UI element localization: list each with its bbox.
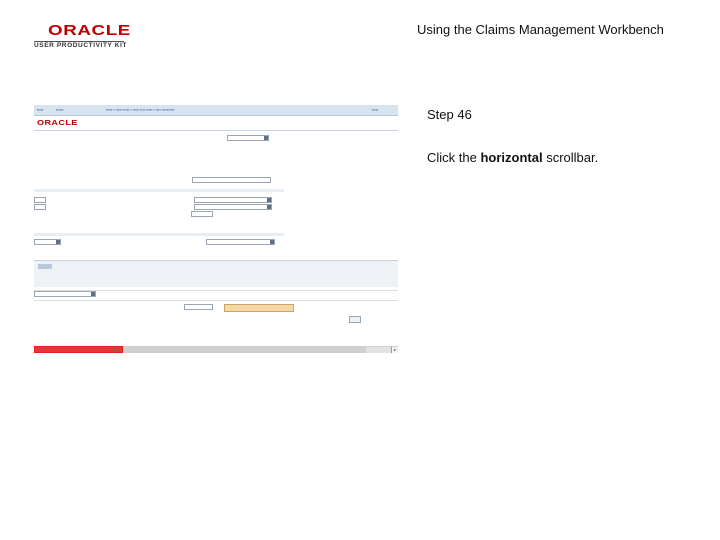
- instruction-emphasis: horizontal: [480, 150, 543, 165]
- mini-dropdown: [194, 204, 272, 210]
- step-number: Step 46: [427, 107, 472, 122]
- mini-dropdown: [206, 239, 275, 245]
- mini-orange-button: [224, 304, 294, 312]
- mini-band: [34, 189, 284, 192]
- logo-brand: ORACLE: [48, 22, 131, 39]
- step-instruction: Click the horizontal scrollbar.: [427, 150, 598, 165]
- mini-field: [34, 197, 46, 203]
- instruction-prefix: Click the: [427, 150, 481, 165]
- mini-field: [184, 304, 213, 310]
- document-title: Using the Claims Management Workbench: [417, 22, 664, 37]
- mini-band: [34, 233, 284, 236]
- mini-dropdown: [227, 135, 269, 141]
- mini-field: [34, 204, 46, 210]
- mini-dropdown: [34, 239, 61, 245]
- mini-field: [191, 211, 213, 217]
- mini-field: [192, 177, 271, 183]
- chevron-right-icon[interactable]: ▸: [391, 347, 398, 353]
- app-menubar: ▪▪▪▪▪ ▪▪▪▪▪▪ ▪▪▪▪▪ ▪ ▪▪▪▪▪ ▪▪▪▪▪ ▪ ▪▪▪▪▪…: [34, 105, 398, 116]
- logo-product: USER PRODUCTIVITY KIT: [34, 42, 128, 49]
- mini-dropdown: [34, 291, 96, 297]
- mini-oracle-logo: ORACLE: [37, 120, 78, 127]
- mini-button: [349, 316, 361, 323]
- header-divider: [34, 130, 398, 131]
- application-screenshot: ▪▪▪▪▪ ▪▪▪▪▪▪ ▪▪▪▪▪ ▪ ▪▪▪▪▪ ▪▪▪▪▪ ▪ ▪▪▪▪▪…: [34, 105, 398, 355]
- grid-header: [34, 260, 398, 287]
- mini-dropdown: [194, 197, 272, 203]
- oracle-upk-logo: ORACLE USER PRODUCTIVITY KIT: [34, 22, 131, 50]
- grid-tab: [38, 264, 52, 269]
- click-highlight[interactable]: [34, 346, 123, 353]
- instruction-suffix: scrollbar.: [542, 150, 599, 165]
